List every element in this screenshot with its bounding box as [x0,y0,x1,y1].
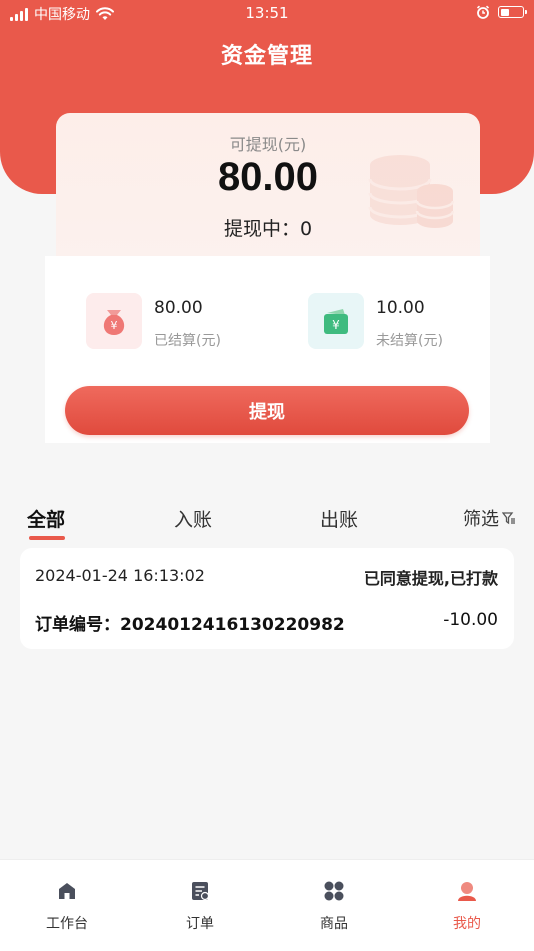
record-status: 已同意提现,已打款 [363,569,498,588]
tabbar-profile-label: 我的 [453,916,481,932]
tabbar-goods-label: 商品 [320,916,348,932]
money-bag-icon: ¥ [86,293,142,349]
balance-card: 可提现(元) 80.00 提现中：0 [56,113,480,263]
withdraw-button[interactable]: 提现 [65,386,469,435]
unsettled-stat: ¥ 10.00 未结算(元) [308,293,443,353]
summary-card: ¥ 80.00 已结算(元) ¥ 10.00 未结算(元) 提现 [45,256,490,443]
filter-label: 筛选 [463,509,499,530]
tab-income[interactable]: 入账 [174,505,212,532]
page-title: 资金管理 [220,44,313,69]
settled-label: 已结算(元) [154,333,221,349]
unsettled-label: 未结算(元) [376,333,443,349]
tabbar-profile[interactable]: 我的 [417,878,517,933]
order-label: 订单编号： [35,615,120,635]
status-time: 13:51 [245,4,289,22]
filter-button[interactable]: 筛选 [463,505,516,531]
settled-value: 80.00 [154,298,203,318]
unsettled-value: 10.00 [376,298,425,318]
coins-icon [368,155,455,228]
tabbar-workbench-label: 工作台 [46,916,88,932]
settled-stat: ¥ 80.00 已结算(元) [86,293,221,353]
status-bar: 中国移动 13:51 [0,0,534,28]
status-right [476,5,527,19]
tab-all[interactable]: 全部 [27,505,65,532]
record-amount: -10.00 [443,610,498,630]
filter-icon [502,512,515,525]
workbench-icon [59,883,75,899]
order-icon [192,882,210,901]
record-order: 订单编号：20240124161302209​82 [35,610,345,635]
svg-text:¥: ¥ [111,319,118,332]
battery-icon [498,6,527,18]
tabbar-orders[interactable]: 订单 [150,878,250,933]
record-tabs: 全部 入账 出账 筛选 [0,505,534,545]
tabbar-workbench[interactable]: 工作台 [17,878,117,933]
tabbar-orders-label: 订单 [186,916,214,932]
tabbar-goods[interactable]: 商品 [284,878,384,933]
alarm-icon [476,5,490,19]
profile-icon [458,882,476,901]
svg-text:¥: ¥ [332,318,340,332]
record-item[interactable]: 2024-01-24 16:13:02 已同意提现,已打款 订单编号：20240… [20,548,514,649]
active-tab-indicator [29,536,65,540]
bottom-tab-bar: 工作台 订单 商品 我的 [0,859,534,951]
goods-icon [324,881,344,901]
wallet-icon: ¥ [308,293,364,349]
order-number: 20240124161302209​82 [120,615,345,635]
tab-expense[interactable]: 出账 [320,505,358,532]
record-date: 2024-01-24 16:13:02 [35,566,205,585]
